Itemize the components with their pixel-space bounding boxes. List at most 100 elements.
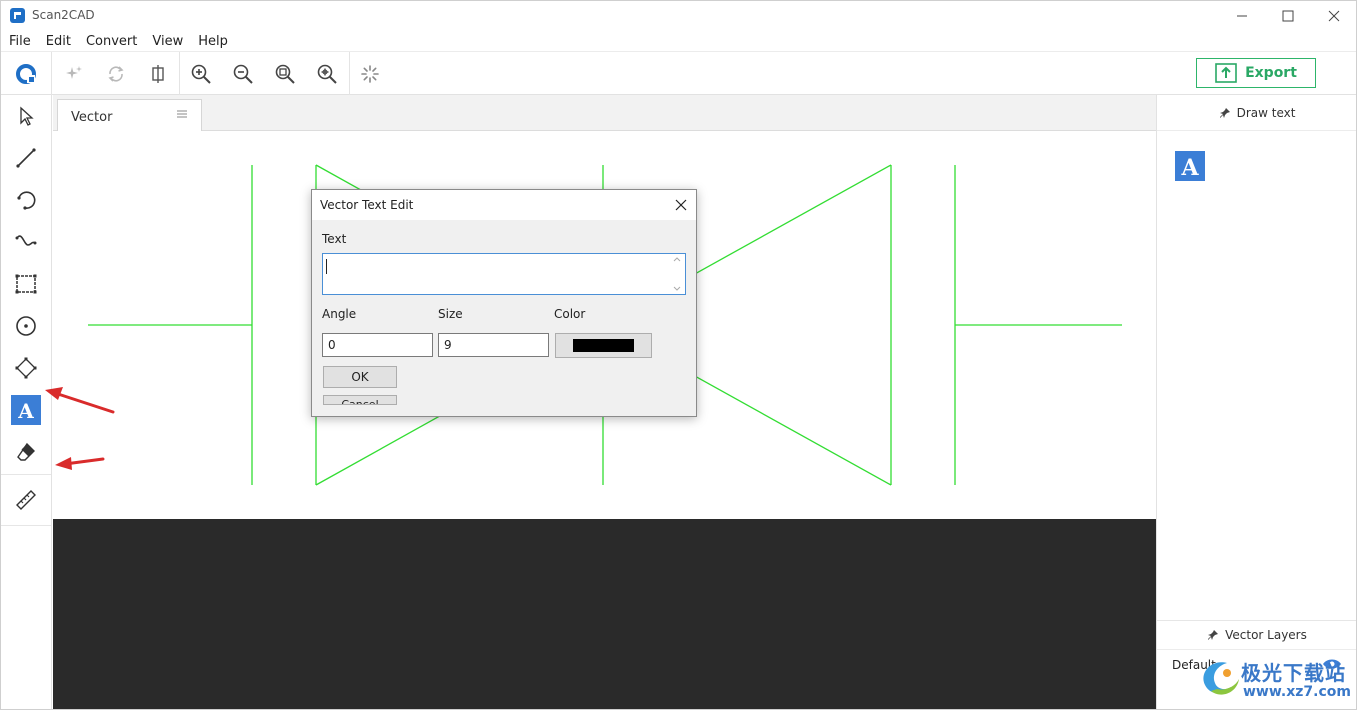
app-logo-icon	[10, 8, 25, 23]
menu-convert[interactable]: Convert	[78, 31, 144, 51]
menu-file[interactable]: File	[1, 31, 38, 51]
maximize-button[interactable]	[1265, 1, 1311, 31]
annotation-arrow-eraser-tool	[55, 457, 105, 470]
line-tool[interactable]	[11, 143, 41, 173]
watermark-logo: 极光下载站 www.xz7.com	[1197, 651, 1355, 707]
text-tool-icon: A	[17, 399, 34, 421]
dialog-title-bar: Vector Text Edit	[312, 190, 696, 220]
arc-tool[interactable]	[11, 185, 41, 215]
right-panel: Draw text A Vector Layers Default	[1156, 95, 1356, 709]
circle-tool[interactable]	[11, 311, 41, 341]
title-bar: Scan2CAD	[1, 1, 1356, 31]
color-label: Color	[554, 307, 586, 321]
menu-view[interactable]: View	[144, 31, 190, 51]
enhance-button[interactable]	[60, 60, 88, 88]
zoom-extent-button[interactable]	[313, 60, 341, 88]
export-upload-icon	[1215, 63, 1237, 83]
cancel-button[interactable]: Cancel	[323, 395, 397, 405]
close-icon	[1328, 10, 1340, 22]
document-tab-strip: Vector	[53, 95, 1156, 132]
loading-icon	[361, 65, 379, 83]
watermark-url: www.xz7.com	[1243, 684, 1351, 700]
refresh-icon	[108, 66, 124, 82]
tab-label: Vector	[71, 110, 113, 125]
size-label: Size	[438, 307, 463, 321]
curve-tool[interactable]	[11, 227, 41, 257]
text-tool-icon: A	[1180, 155, 1199, 178]
dialog-title: Vector Text Edit	[320, 198, 414, 212]
node-edit-icon	[15, 357, 37, 379]
text-icon-letter: A	[1180, 155, 1199, 178]
draw-text-header: Draw text	[1157, 95, 1356, 131]
close-icon	[675, 199, 687, 211]
vector-layers-header: Vector Layers	[1157, 620, 1356, 650]
select-tool[interactable]	[11, 101, 41, 131]
zoom-in-button[interactable]	[187, 60, 215, 88]
pin-icon[interactable]	[1207, 629, 1219, 641]
angle-input[interactable]: 0	[322, 333, 433, 357]
scroll-down-icon[interactable]	[673, 286, 681, 291]
vector-text-edit-dialog: Vector Text Edit Text Angle Size Color 0…	[311, 189, 697, 417]
tab-vector[interactable]: Vector	[57, 99, 202, 132]
hamburger-menu-icon[interactable]	[176, 109, 188, 119]
crop-icon	[152, 65, 164, 83]
close-window-button[interactable]	[1311, 1, 1356, 31]
annotation-arrow-text-tool	[45, 387, 115, 414]
home-logo-button[interactable]	[12, 60, 40, 88]
zoom-fit-button[interactable]	[271, 60, 299, 88]
minimize-icon	[1237, 15, 1247, 17]
crop-button[interactable]	[144, 60, 172, 88]
ruler-icon	[16, 490, 36, 510]
export-button[interactable]: Export	[1196, 58, 1316, 88]
zoom-out-button[interactable]	[229, 60, 257, 88]
window-title: Scan2CAD	[32, 8, 95, 22]
color-swatch	[573, 339, 634, 352]
sparkle-icon	[66, 66, 82, 79]
text-label: Text	[322, 232, 347, 246]
color-picker-button[interactable]	[555, 333, 652, 358]
dialog-close-button[interactable]	[672, 196, 690, 214]
watermark-swirl-icon	[1203, 662, 1239, 695]
measure-tool[interactable]	[11, 485, 41, 515]
eraser-icon	[17, 442, 35, 461]
preview-area	[53, 519, 1156, 709]
text-input-scrollbar[interactable]	[669, 254, 685, 294]
line-icon	[16, 148, 36, 168]
text-caret	[326, 259, 327, 274]
menu-edit[interactable]: Edit	[38, 31, 78, 51]
vector-layers-title: Vector Layers	[1225, 628, 1307, 642]
app-logo-icon	[16, 64, 36, 84]
toolbar: Export	[1, 51, 1356, 95]
watermark-text: 极光下载站	[1241, 661, 1346, 685]
app-window: Scan2CAD File Edit Convert View Help Exp…	[0, 0, 1357, 710]
text-tool[interactable]: A	[11, 395, 41, 425]
ok-button[interactable]: OK	[323, 366, 397, 388]
arc-icon	[17, 191, 36, 210]
rectangle-icon	[15, 274, 37, 294]
circle-icon	[16, 316, 36, 336]
svg-text:A: A	[17, 399, 34, 421]
size-input[interactable]: 9	[438, 333, 549, 357]
minimize-button[interactable]	[1219, 1, 1265, 31]
draw-text-title: Draw text	[1236, 105, 1296, 120]
pin-icon[interactable]	[1219, 107, 1231, 119]
menu-bar: File Edit Convert View Help	[1, 31, 1356, 51]
text-input[interactable]	[322, 253, 686, 295]
select-arrow-icon	[20, 106, 34, 126]
rectangle-tool[interactable]	[11, 269, 41, 299]
zoom-fit-icon	[275, 64, 295, 84]
maximize-icon	[1282, 10, 1294, 22]
angle-label: Angle	[322, 307, 357, 321]
menu-help[interactable]: Help	[190, 31, 235, 51]
refresh-button[interactable]	[102, 60, 130, 88]
zoom-out-icon	[233, 64, 253, 84]
scroll-up-icon[interactable]	[673, 257, 681, 262]
eraser-tool[interactable]	[11, 437, 41, 467]
node-edit-tool[interactable]	[11, 353, 41, 383]
zoom-in-icon	[191, 64, 211, 84]
processing-indicator	[356, 60, 384, 88]
zoom-extent-icon	[317, 64, 337, 84]
curve-icon	[15, 235, 37, 246]
export-label: Export	[1245, 65, 1297, 81]
text-style-button[interactable]: A	[1175, 151, 1205, 181]
